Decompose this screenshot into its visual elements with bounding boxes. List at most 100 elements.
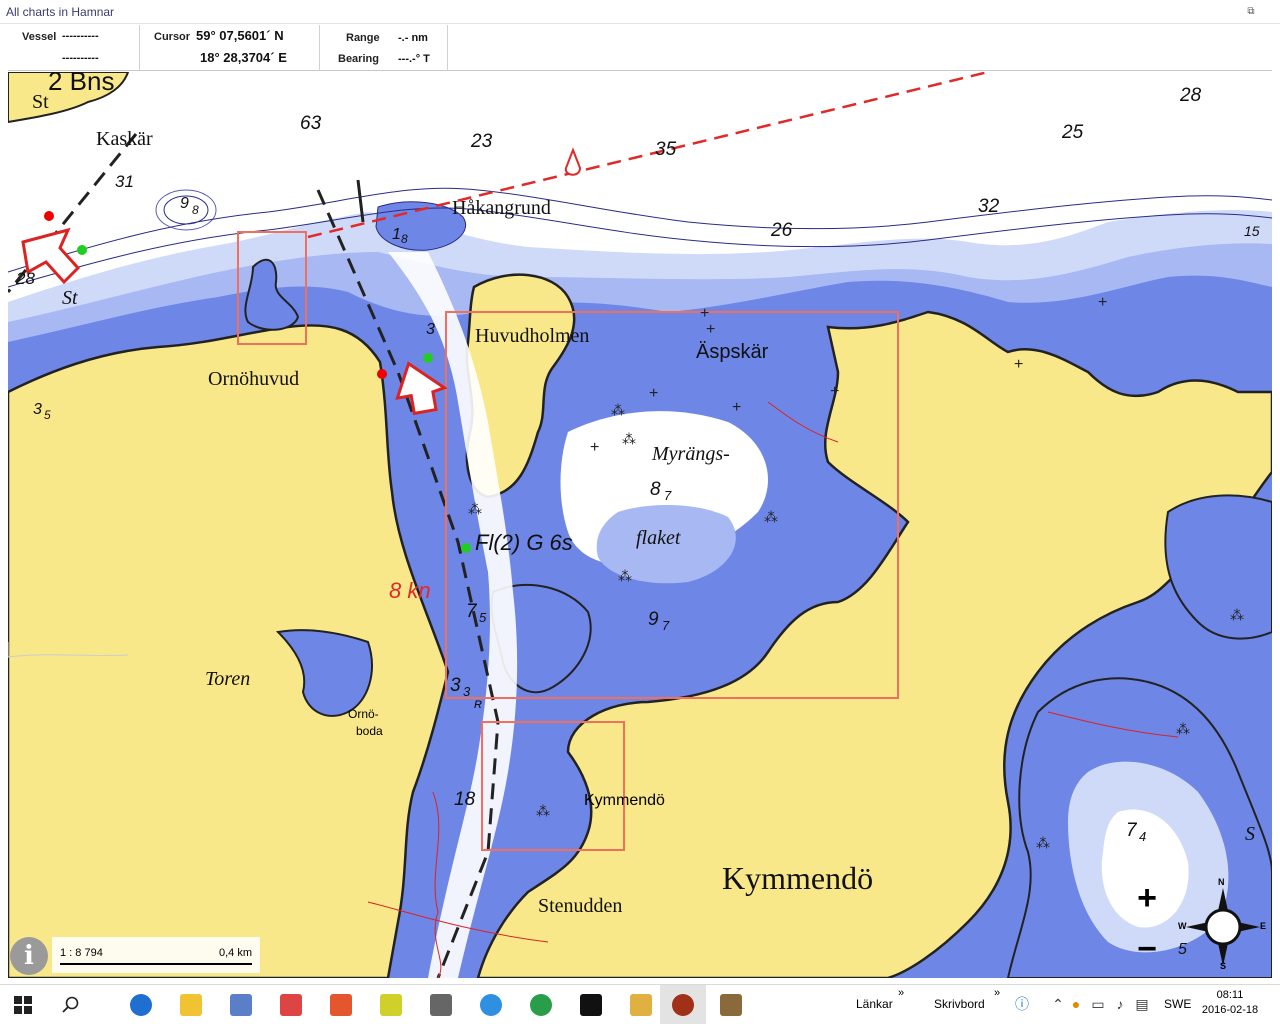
range-bearing-cell: Range -.- nm Bearing ---.-° T — [320, 25, 448, 71]
nautical-chart[interactable]: + + + + + + + + ⁂ ⁂ ⁂ ⁂ ⁂ ⁂ ⁂ ⁂ ⁂ 2 Bns St Kaskär H… — [8, 72, 1272, 978]
navigation-info-bar: Vessel ---------- ---------- Cursor 59° … — [8, 25, 1272, 71]
taskbar-app-2[interactable] — [268, 985, 314, 1024]
show-hidden-icons-icon[interactable]: ⌃ — [1050, 996, 1066, 1012]
taskbar-app-3[interactable] — [318, 985, 364, 1024]
label-s: S — [1245, 823, 1255, 845]
search-icon — [62, 996, 79, 1013]
taskbar-explorer[interactable] — [168, 985, 214, 1024]
vessel-value-2: ---------- — [62, 52, 99, 64]
taskbar-7zip[interactable] — [568, 985, 614, 1024]
label-orno: Ornö- — [348, 707, 379, 721]
compass-n-label: N — [1218, 877, 1225, 887]
links-chevron-icon[interactable]: » — [898, 987, 904, 999]
depth-7-channel: 7 — [466, 601, 477, 622]
vessel-cell: Vessel ---------- ---------- — [8, 25, 140, 71]
svg-text:+: + — [1014, 356, 1023, 373]
cursor-latitude: 59° 07,5601´ N — [196, 28, 284, 43]
label-kaskar: Kaskär — [96, 128, 153, 150]
label-toren: Toren — [205, 668, 251, 690]
windows-stack-icon — [430, 994, 452, 1016]
depth-35: 35 — [655, 139, 677, 160]
svg-text:⁂: ⁂ — [468, 502, 482, 518]
avast-tray-icon[interactable]: ● — [1068, 996, 1084, 1012]
edge-browser-icon — [130, 994, 152, 1016]
depth-5-channel-sub: 5 — [479, 610, 487, 625]
depth-3-channel: 3 — [450, 675, 461, 696]
depth-7-east: 7 — [1126, 820, 1137, 841]
depth-28-left: 28 — [16, 269, 35, 288]
depth-3-left: 3 — [33, 401, 42, 418]
desktop-chevron-icon[interactable]: » — [994, 987, 1000, 999]
taskbar-edge[interactable] — [118, 985, 164, 1024]
label-bns: 2 Bns — [48, 72, 115, 96]
compass-rose-icon[interactable]: N S W E — [1178, 877, 1268, 974]
depth-8-sub-2: 8 — [401, 232, 408, 246]
taskbar-drive[interactable] — [618, 985, 664, 1024]
depth-3: 3 — [426, 321, 435, 338]
taskbar-app-5[interactable] — [418, 985, 464, 1024]
compass-w-label: W — [1178, 921, 1187, 931]
clock-date: 2016-02-18 — [1201, 1004, 1259, 1016]
info-tray-icon[interactable]: ⓘ — [1014, 996, 1030, 1012]
label-aspskar: Äspskär — [696, 341, 769, 363]
bearing-value: ---.-° T — [398, 53, 430, 65]
search-button[interactable] — [48, 985, 94, 1024]
bird-app-icon — [720, 994, 742, 1016]
label-stenudden: Stenudden — [538, 895, 623, 917]
links-toolbar[interactable]: Länkar — [856, 997, 893, 1011]
taskbar-ie[interactable] — [468, 985, 514, 1024]
radar-app-icon — [672, 994, 694, 1016]
taskbar-app-1[interactable] — [218, 985, 264, 1024]
label-flaket: flaket — [636, 527, 681, 549]
vessel-value-1: ---------- — [62, 30, 99, 42]
zoom-in-button[interactable]: + — [1132, 881, 1162, 915]
internet-explorer-icon — [480, 994, 502, 1016]
info-icon[interactable]: i — [10, 937, 48, 975]
network-icon[interactable]: ▭ — [1090, 996, 1106, 1012]
taskbar: Länkar » Skrivbord » ⓘ ⌃ ● ▭ ♪ ▤ SWE 08:… — [0, 984, 1280, 1024]
compass-s-label: S — [1220, 961, 1227, 971]
svg-text:+: + — [706, 321, 715, 338]
svg-text:⁂: ⁂ — [536, 804, 550, 820]
depth-1: 1 — [392, 226, 401, 243]
depth-23: 23 — [471, 131, 493, 152]
desktop-toolbar[interactable]: Skrivbord — [934, 997, 985, 1011]
clock[interactable]: 08:11 2016-02-18 — [1200, 988, 1260, 1018]
restore-window-button[interactable]: ⧉ — [1244, 5, 1258, 18]
notification-icon[interactable]: ▤ — [1134, 996, 1150, 1012]
svg-text:+: + — [732, 399, 741, 416]
depth-7-sub-2: 7 — [662, 618, 670, 633]
svg-text:+: + — [1098, 294, 1107, 311]
input-language[interactable]: SWE — [1164, 997, 1191, 1011]
zoom-out-button[interactable]: − — [1132, 932, 1162, 966]
label-boda: boda — [356, 724, 383, 738]
depth-5-sub: 5 — [44, 408, 51, 422]
taskbar-globe[interactable] — [518, 985, 564, 1024]
taskbar-chart-app[interactable] — [660, 985, 706, 1024]
vessel-label: Vessel — [22, 31, 57, 43]
light-characteristic: Fl(2) G 6s — [475, 530, 573, 555]
cursor-longitude: 18° 28,3704´ E — [200, 50, 287, 65]
clipboard-app-icon — [230, 994, 252, 1016]
depth-8-myr: 8 — [650, 479, 661, 500]
taskbar-app-6[interactable] — [708, 985, 754, 1024]
svg-text:⁂: ⁂ — [618, 569, 632, 585]
volume-icon[interactable]: ♪ — [1112, 996, 1128, 1012]
svg-text:⁂: ⁂ — [1176, 722, 1190, 738]
depth-3-channel-sub: 3 — [463, 684, 471, 699]
label-kymmendo-large: Kymmendö — [722, 860, 874, 896]
clock-time: 08:11 — [1216, 989, 1244, 1001]
seven-app-icon — [380, 994, 402, 1016]
title-bar: All charts in Hamnar ⧉ — [0, 0, 1280, 24]
cursor-label: Cursor — [154, 31, 191, 43]
rocket-app-icon — [330, 994, 352, 1016]
start-button[interactable] — [0, 985, 46, 1024]
svg-text:⁂: ⁂ — [1230, 608, 1244, 624]
range-value: -.- nm — [398, 32, 428, 44]
label-r: R — [474, 699, 482, 711]
svg-text:+: + — [649, 385, 658, 402]
depth-9: 9 — [180, 195, 189, 212]
scale-distance: 0,4 km — [218, 947, 252, 959]
taskbar-app-4[interactable] — [368, 985, 414, 1024]
window-title: All charts in Hamnar — [6, 4, 115, 19]
